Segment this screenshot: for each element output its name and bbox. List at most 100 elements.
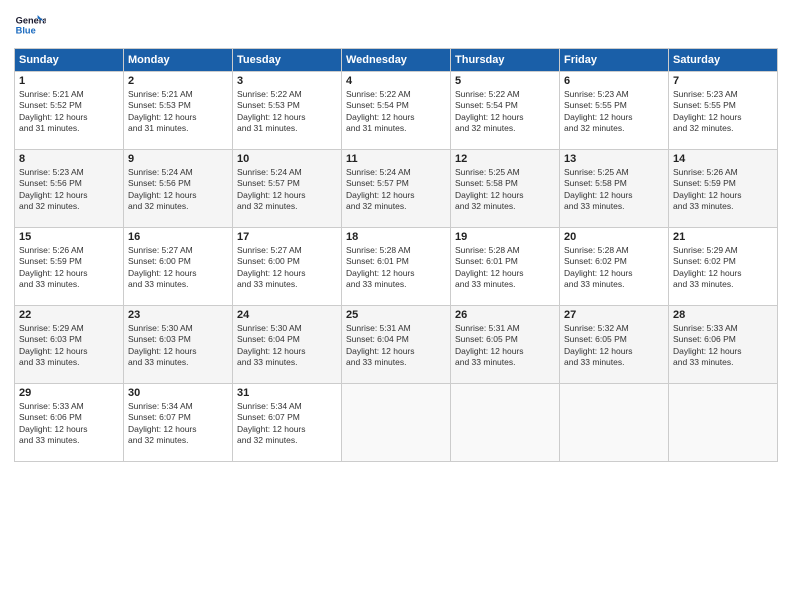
weekday-header-cell: Saturday bbox=[669, 49, 778, 72]
day-info: Sunrise: 5:27 AMSunset: 6:00 PMDaylight:… bbox=[237, 245, 306, 289]
logo-icon: General Blue bbox=[14, 10, 46, 42]
calendar-cell: 26 Sunrise: 5:31 AMSunset: 6:05 PMDaylig… bbox=[451, 306, 560, 384]
day-info: Sunrise: 5:29 AMSunset: 6:02 PMDaylight:… bbox=[673, 245, 742, 289]
calendar-cell bbox=[669, 384, 778, 462]
day-info: Sunrise: 5:28 AMSunset: 6:01 PMDaylight:… bbox=[346, 245, 415, 289]
calendar-cell: 21 Sunrise: 5:29 AMSunset: 6:02 PMDaylig… bbox=[669, 228, 778, 306]
day-info: Sunrise: 5:22 AMSunset: 5:54 PMDaylight:… bbox=[346, 89, 415, 133]
day-info: Sunrise: 5:27 AMSunset: 6:00 PMDaylight:… bbox=[128, 245, 197, 289]
day-info: Sunrise: 5:31 AMSunset: 6:04 PMDaylight:… bbox=[346, 323, 415, 367]
day-number: 12 bbox=[455, 153, 555, 165]
calendar-cell: 25 Sunrise: 5:31 AMSunset: 6:04 PMDaylig… bbox=[342, 306, 451, 384]
calendar-cell bbox=[560, 384, 669, 462]
day-number: 21 bbox=[673, 231, 773, 243]
calendar-cell: 18 Sunrise: 5:28 AMSunset: 6:01 PMDaylig… bbox=[342, 228, 451, 306]
day-info: Sunrise: 5:23 AMSunset: 5:55 PMDaylight:… bbox=[564, 89, 633, 133]
day-info: Sunrise: 5:32 AMSunset: 6:05 PMDaylight:… bbox=[564, 323, 633, 367]
day-info: Sunrise: 5:24 AMSunset: 5:56 PMDaylight:… bbox=[128, 167, 197, 211]
calendar-cell: 15 Sunrise: 5:26 AMSunset: 5:59 PMDaylig… bbox=[15, 228, 124, 306]
calendar-table: SundayMondayTuesdayWednesdayThursdayFrid… bbox=[14, 48, 778, 462]
day-info: Sunrise: 5:31 AMSunset: 6:05 PMDaylight:… bbox=[455, 323, 524, 367]
svg-text:Blue: Blue bbox=[16, 26, 36, 36]
calendar-cell: 9 Sunrise: 5:24 AMSunset: 5:56 PMDayligh… bbox=[124, 150, 233, 228]
page-header: General Blue bbox=[14, 10, 778, 42]
day-number: 29 bbox=[19, 387, 119, 399]
day-number: 15 bbox=[19, 231, 119, 243]
svg-text:General: General bbox=[16, 15, 46, 25]
calendar-cell: 6 Sunrise: 5:23 AMSunset: 5:55 PMDayligh… bbox=[560, 72, 669, 150]
calendar-cell: 7 Sunrise: 5:23 AMSunset: 5:55 PMDayligh… bbox=[669, 72, 778, 150]
day-number: 22 bbox=[19, 309, 119, 321]
calendar-cell: 28 Sunrise: 5:33 AMSunset: 6:06 PMDaylig… bbox=[669, 306, 778, 384]
day-number: 14 bbox=[673, 153, 773, 165]
day-number: 24 bbox=[237, 309, 337, 321]
day-number: 23 bbox=[128, 309, 228, 321]
day-info: Sunrise: 5:24 AMSunset: 5:57 PMDaylight:… bbox=[346, 167, 415, 211]
day-number: 6 bbox=[564, 75, 664, 87]
day-info: Sunrise: 5:23 AMSunset: 5:56 PMDaylight:… bbox=[19, 167, 88, 211]
day-info: Sunrise: 5:26 AMSunset: 5:59 PMDaylight:… bbox=[673, 167, 742, 211]
calendar-cell: 27 Sunrise: 5:32 AMSunset: 6:05 PMDaylig… bbox=[560, 306, 669, 384]
day-number: 4 bbox=[346, 75, 446, 87]
calendar-week-row: 8 Sunrise: 5:23 AMSunset: 5:56 PMDayligh… bbox=[15, 150, 778, 228]
weekday-header-cell: Monday bbox=[124, 49, 233, 72]
day-number: 26 bbox=[455, 309, 555, 321]
day-info: Sunrise: 5:30 AMSunset: 6:04 PMDaylight:… bbox=[237, 323, 306, 367]
day-info: Sunrise: 5:28 AMSunset: 6:02 PMDaylight:… bbox=[564, 245, 633, 289]
day-info: Sunrise: 5:25 AMSunset: 5:58 PMDaylight:… bbox=[564, 167, 633, 211]
day-number: 20 bbox=[564, 231, 664, 243]
calendar-week-row: 22 Sunrise: 5:29 AMSunset: 6:03 PMDaylig… bbox=[15, 306, 778, 384]
calendar-cell: 31 Sunrise: 5:34 AMSunset: 6:07 PMDaylig… bbox=[233, 384, 342, 462]
day-info: Sunrise: 5:24 AMSunset: 5:57 PMDaylight:… bbox=[237, 167, 306, 211]
day-info: Sunrise: 5:25 AMSunset: 5:58 PMDaylight:… bbox=[455, 167, 524, 211]
calendar-cell: 29 Sunrise: 5:33 AMSunset: 6:06 PMDaylig… bbox=[15, 384, 124, 462]
day-number: 30 bbox=[128, 387, 228, 399]
calendar-cell: 17 Sunrise: 5:27 AMSunset: 6:00 PMDaylig… bbox=[233, 228, 342, 306]
day-number: 5 bbox=[455, 75, 555, 87]
day-number: 31 bbox=[237, 387, 337, 399]
calendar-body: 1 Sunrise: 5:21 AMSunset: 5:52 PMDayligh… bbox=[15, 72, 778, 462]
day-number: 3 bbox=[237, 75, 337, 87]
calendar-cell: 8 Sunrise: 5:23 AMSunset: 5:56 PMDayligh… bbox=[15, 150, 124, 228]
day-info: Sunrise: 5:34 AMSunset: 6:07 PMDaylight:… bbox=[128, 401, 197, 445]
day-info: Sunrise: 5:28 AMSunset: 6:01 PMDaylight:… bbox=[455, 245, 524, 289]
calendar-cell: 10 Sunrise: 5:24 AMSunset: 5:57 PMDaylig… bbox=[233, 150, 342, 228]
calendar-cell: 1 Sunrise: 5:21 AMSunset: 5:52 PMDayligh… bbox=[15, 72, 124, 150]
calendar-cell: 4 Sunrise: 5:22 AMSunset: 5:54 PMDayligh… bbox=[342, 72, 451, 150]
day-info: Sunrise: 5:29 AMSunset: 6:03 PMDaylight:… bbox=[19, 323, 88, 367]
calendar-cell: 2 Sunrise: 5:21 AMSunset: 5:53 PMDayligh… bbox=[124, 72, 233, 150]
day-info: Sunrise: 5:30 AMSunset: 6:03 PMDaylight:… bbox=[128, 323, 197, 367]
calendar-week-row: 15 Sunrise: 5:26 AMSunset: 5:59 PMDaylig… bbox=[15, 228, 778, 306]
calendar-cell bbox=[342, 384, 451, 462]
day-number: 18 bbox=[346, 231, 446, 243]
calendar-cell: 22 Sunrise: 5:29 AMSunset: 6:03 PMDaylig… bbox=[15, 306, 124, 384]
day-number: 13 bbox=[564, 153, 664, 165]
weekday-header-cell: Tuesday bbox=[233, 49, 342, 72]
calendar-cell: 24 Sunrise: 5:30 AMSunset: 6:04 PMDaylig… bbox=[233, 306, 342, 384]
day-number: 8 bbox=[19, 153, 119, 165]
day-number: 1 bbox=[19, 75, 119, 87]
weekday-header-cell: Wednesday bbox=[342, 49, 451, 72]
logo: General Blue bbox=[14, 10, 50, 42]
day-info: Sunrise: 5:21 AMSunset: 5:52 PMDaylight:… bbox=[19, 89, 88, 133]
day-number: 16 bbox=[128, 231, 228, 243]
calendar-cell: 16 Sunrise: 5:27 AMSunset: 6:00 PMDaylig… bbox=[124, 228, 233, 306]
day-info: Sunrise: 5:22 AMSunset: 5:53 PMDaylight:… bbox=[237, 89, 306, 133]
calendar-cell: 13 Sunrise: 5:25 AMSunset: 5:58 PMDaylig… bbox=[560, 150, 669, 228]
day-number: 25 bbox=[346, 309, 446, 321]
day-number: 11 bbox=[346, 153, 446, 165]
day-info: Sunrise: 5:34 AMSunset: 6:07 PMDaylight:… bbox=[237, 401, 306, 445]
calendar-cell: 5 Sunrise: 5:22 AMSunset: 5:54 PMDayligh… bbox=[451, 72, 560, 150]
calendar-cell: 20 Sunrise: 5:28 AMSunset: 6:02 PMDaylig… bbox=[560, 228, 669, 306]
day-number: 10 bbox=[237, 153, 337, 165]
calendar-cell: 23 Sunrise: 5:30 AMSunset: 6:03 PMDaylig… bbox=[124, 306, 233, 384]
day-number: 27 bbox=[564, 309, 664, 321]
weekday-header-cell: Sunday bbox=[15, 49, 124, 72]
day-number: 7 bbox=[673, 75, 773, 87]
day-number: 17 bbox=[237, 231, 337, 243]
calendar-cell: 3 Sunrise: 5:22 AMSunset: 5:53 PMDayligh… bbox=[233, 72, 342, 150]
weekday-header-cell: Thursday bbox=[451, 49, 560, 72]
day-number: 2 bbox=[128, 75, 228, 87]
day-info: Sunrise: 5:33 AMSunset: 6:06 PMDaylight:… bbox=[19, 401, 88, 445]
calendar-cell: 11 Sunrise: 5:24 AMSunset: 5:57 PMDaylig… bbox=[342, 150, 451, 228]
